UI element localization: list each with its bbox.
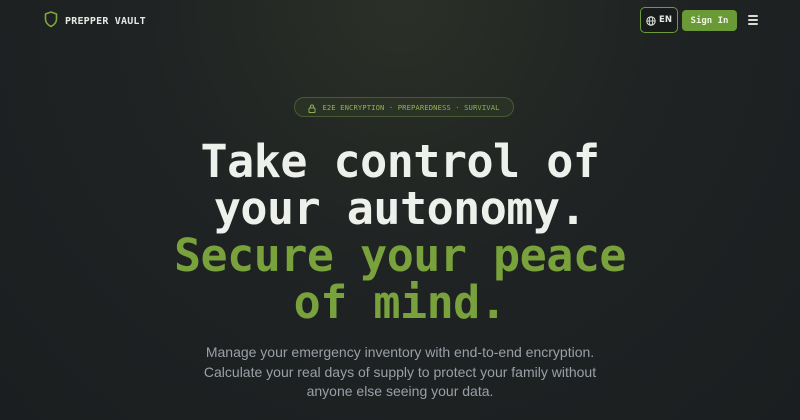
- hero-line-1: Take control of: [200, 135, 600, 188]
- brand-logo[interactable]: PREPPER VAULT: [44, 11, 146, 32]
- top-nav: PREPPER VAULT EN Sign In: [0, 0, 800, 40]
- hero-line-3: Secure your peace: [173, 229, 627, 282]
- hero-line-2: your autonomy.: [213, 182, 587, 235]
- menu-icon[interactable]: [748, 13, 760, 27]
- feature-badge-text: E2E ENCRYPTION · PREPAREDNESS · SURVIVAL: [322, 102, 500, 112]
- hero-headline: Take control of your autonomy. Secure yo…: [0, 138, 800, 326]
- brand-name: PREPPER VAULT: [65, 16, 146, 27]
- sign-in-button[interactable]: Sign In: [682, 10, 737, 31]
- shield-icon: [44, 11, 58, 32]
- globe-icon: [646, 11, 656, 30]
- feature-badge: E2E ENCRYPTION · PREPAREDNESS · SURVIVAL: [294, 97, 514, 117]
- hero-subtitle: Manage your emergency inventory with end…: [203, 344, 597, 399]
- language-button[interactable]: EN: [640, 7, 678, 33]
- language-label: EN: [659, 15, 672, 25]
- hero-line-4: of mind.: [293, 276, 507, 329]
- lock-icon: [308, 98, 316, 117]
